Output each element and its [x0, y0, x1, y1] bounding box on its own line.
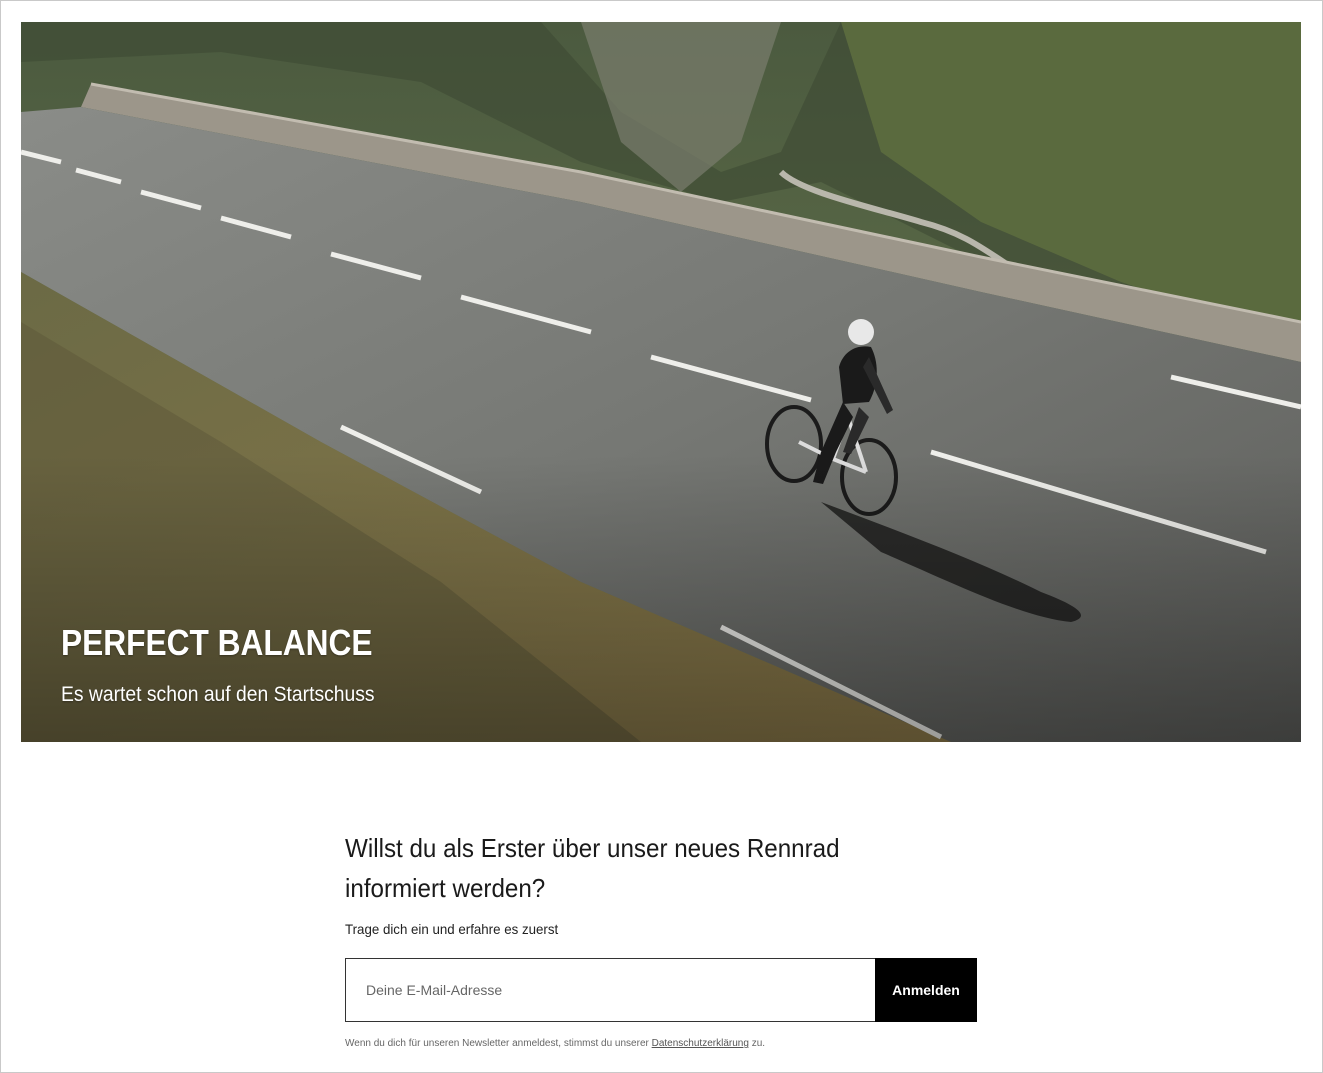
legal-suffix: zu.: [751, 1038, 766, 1049]
subscribe-button[interactable]: Anmelden: [875, 958, 977, 1022]
email-input[interactable]: [345, 958, 875, 1022]
hero-title: PERFECT BALANCE: [61, 622, 373, 663]
legal-prefix: Wenn du dich für unseren Newsletter anme…: [345, 1038, 649, 1049]
newsletter-form: Anmelden: [345, 958, 977, 1022]
newsletter-subheading: Trage dich ein und erfahre es zuerst: [345, 921, 559, 937]
newsletter-legal-text: Wenn du dich für unseren Newsletter anme…: [345, 1038, 1045, 1049]
newsletter-heading: Willst du als Erster über unser neues Re…: [345, 833, 840, 903]
hero-banner[interactable]: PERFECT BALANCE Es wartet schon auf den …: [21, 22, 1301, 742]
newsletter-section: Willst du als Erster über unser neues Re…: [345, 828, 977, 1049]
hero-subtitle: Es wartet schon auf den Startschuss: [61, 683, 375, 706]
privacy-policy-link[interactable]: Datenschutzerklärung: [652, 1038, 749, 1049]
